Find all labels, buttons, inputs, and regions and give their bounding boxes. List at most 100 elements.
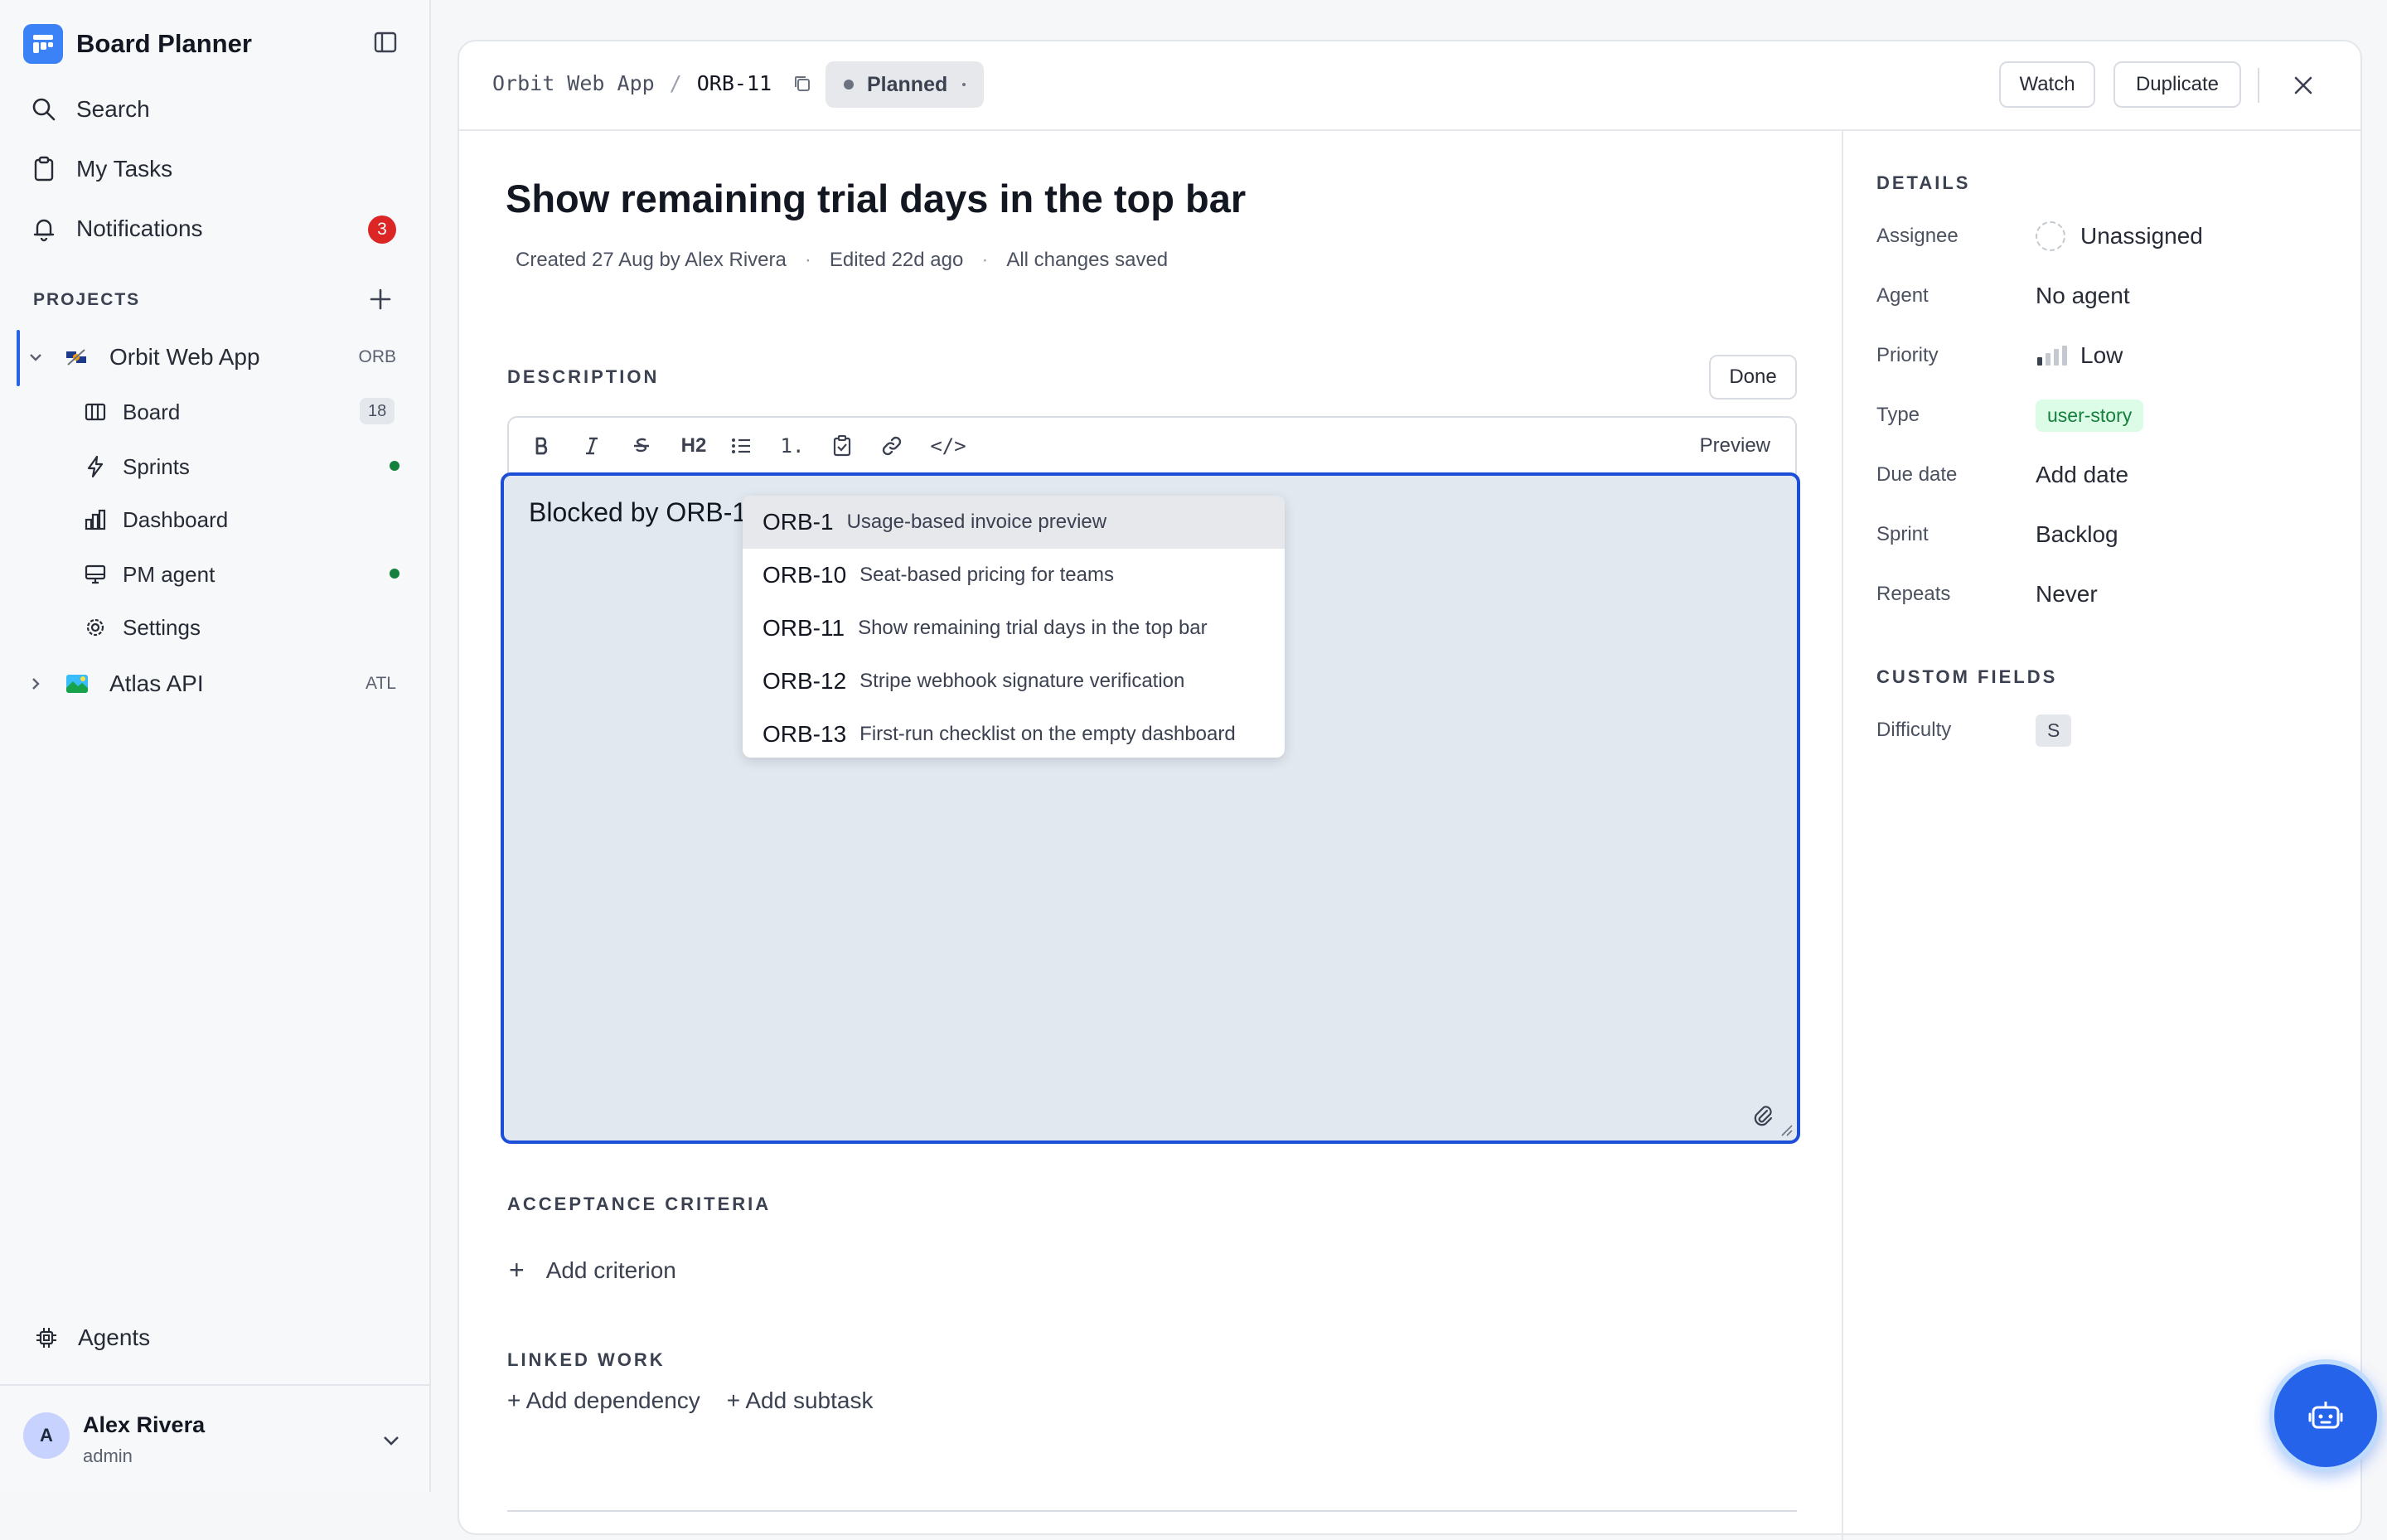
done-button[interactable]: Done <box>1709 355 1797 400</box>
detail-label: Repeats <box>1876 583 1951 605</box>
status-label: Planned <box>867 72 948 96</box>
resize-handle-icon[interactable] <box>1779 1122 1794 1137</box>
detail-label: Difficulty <box>1876 719 1952 741</box>
paperclip-icon[interactable] <box>1750 1102 1775 1127</box>
status-dot <box>844 80 854 90</box>
status-dropdown-icon <box>962 83 966 86</box>
agent-chat-button[interactable] <box>2269 1359 2382 1472</box>
user-name: Alex Rivera <box>83 1412 206 1437</box>
detail-type[interactable]: Type user-story <box>1876 395 2341 436</box>
add-project-icon[interactable] <box>368 287 393 312</box>
project-nav-sprints[interactable]: Sprints <box>83 444 190 489</box>
chip-icon <box>36 1328 56 1348</box>
preview-toggle[interactable]: Preview <box>1700 434 1770 458</box>
project-key: ATL <box>366 674 396 693</box>
close-icon[interactable] <box>2286 68 2321 103</box>
agent-value: No agent <box>2036 283 2130 308</box>
link-icon[interactable] <box>877 431 907 461</box>
project-atlas-api[interactable]: Atlas API ATL <box>17 660 406 708</box>
sidebar-toggle-icon[interactable] <box>371 28 401 58</box>
project-emoji-icon <box>66 349 86 366</box>
detail-sprint[interactable]: Sprint Backlog <box>1876 514 2341 555</box>
detail-repeats[interactable]: Repeats Never <box>1876 574 2341 615</box>
project-nav-board[interactable]: Board <box>83 390 180 434</box>
project-orbit-web-app[interactable]: Orbit Web App ORB <box>17 333 406 381</box>
suggestion-key: ORB-10 <box>763 562 847 588</box>
suggestion-item[interactable]: ORB-13 First-run checklist on the empty … <box>743 708 1285 758</box>
detail-label: Sprint <box>1876 523 1929 545</box>
suggestion-item[interactable]: ORB-1 Usage-based invoice preview <box>743 496 1285 549</box>
detail-agent[interactable]: Agent No agent <box>1876 275 2341 317</box>
add-subtask-link[interactable]: + Add subtask <box>727 1387 874 1414</box>
project-nav-dashboard[interactable]: Dashboard <box>83 497 228 542</box>
breadcrumb-project[interactable]: Orbit Web App <box>492 71 655 95</box>
sidebar: Board Planner Search My Tasks Notificati… <box>0 0 431 1492</box>
nav-search[interactable]: Search <box>30 85 150 134</box>
italic-icon[interactable] <box>577 431 607 461</box>
lightning-icon <box>87 455 104 478</box>
suggestion-title: Seat-based pricing for teams <box>859 564 1114 586</box>
suggestion-title: Show remaining trial days in the top bar <box>858 617 1208 639</box>
difficulty-tag: S <box>2036 714 2072 747</box>
meta-separator: · <box>804 249 811 271</box>
search-icon <box>32 98 56 121</box>
empty-avatar-icon <box>2036 221 2065 251</box>
suggestion-key: ORB-12 <box>763 668 847 694</box>
add-criterion-button[interactable]: + Add criterion <box>509 1255 676 1286</box>
add-criterion-label: Add criterion <box>545 1257 676 1283</box>
board-columns-icon <box>85 403 106 421</box>
nav-notifications[interactable]: Notifications <box>30 204 203 254</box>
code-button[interactable]: </> <box>923 431 973 461</box>
strikethrough-icon[interactable] <box>627 431 656 461</box>
details-heading: DETAILS <box>1876 172 1971 193</box>
breadcrumb-issue-id: ORB-11 <box>696 71 772 95</box>
suggestion-item[interactable]: ORB-11 Show remaining trial days in the … <box>743 602 1285 655</box>
projects-section-title: PROJECTS <box>33 290 141 309</box>
ordered-list-button[interactable]: 1. <box>776 431 809 461</box>
suggestion-item[interactable]: ORB-12 Stripe webhook signature verifica… <box>743 655 1285 708</box>
monitor-icon <box>85 564 106 584</box>
bullet-list-icon[interactable] <box>726 431 756 461</box>
plus-icon: + <box>509 1255 525 1285</box>
brand[interactable]: Board Planner <box>23 23 252 65</box>
issue-title[interactable]: Show remaining trial days in the top bar <box>506 176 1246 221</box>
description-text[interactable]: Blocked by ORB-1 <box>529 497 747 528</box>
type-tag: user-story <box>2036 399 2144 432</box>
bold-icon[interactable] <box>527 431 557 461</box>
board-count-badge: 18 <box>360 398 395 424</box>
priority-low-icon <box>2037 346 2067 366</box>
issue-topbar: Orbit Web App / ORB-11 Planned Watch Dup… <box>459 41 2360 131</box>
add-dependency-link[interactable]: + Add dependency <box>507 1387 700 1414</box>
custom-fields-heading: CUSTOM FIELDS <box>1876 666 2058 687</box>
sprint-value: Backlog <box>2036 521 2118 547</box>
board-logo-icon <box>23 24 63 64</box>
duplicate-button[interactable]: Duplicate <box>2113 61 2241 108</box>
project-nav-settings[interactable]: Settings <box>83 605 201 650</box>
checklist-icon[interactable] <box>827 431 857 461</box>
detail-priority[interactable]: Priority Low <box>1876 335 2341 376</box>
bell-icon <box>33 219 55 242</box>
breadcrumb: Orbit Web App / ORB-11 <box>492 71 813 95</box>
detail-label: Type <box>1876 404 1920 426</box>
pm-agent-active-dot <box>390 569 399 579</box>
project-nav-dashboard-label: Dashboard <box>123 506 229 532</box>
description-heading: DESCRIPTION <box>507 366 660 387</box>
nav-agents[interactable]: Agents <box>33 1315 150 1361</box>
nav-my-tasks[interactable]: My Tasks <box>30 144 172 194</box>
suggestion-item[interactable]: ORB-10 Seat-based pricing for teams <box>743 549 1285 602</box>
status-badge[interactable]: Planned <box>826 61 985 108</box>
copy-icon[interactable] <box>792 73 813 94</box>
project-nav-settings-label: Settings <box>123 614 201 640</box>
user-menu[interactable]: A Alex Rivera admin <box>0 1384 429 1494</box>
suggestion-title: Usage-based invoice preview <box>846 511 1107 533</box>
detail-label: Due date <box>1876 463 1958 486</box>
breadcrumb-separator: / <box>669 71 682 95</box>
project-nav-pm-agent[interactable]: PM agent <box>83 552 215 597</box>
detail-due-date[interactable]: Due date Add date <box>1876 454 2341 496</box>
heading-2-button[interactable]: H2 <box>673 431 714 461</box>
notifications-count-badge: 3 <box>368 216 396 244</box>
watch-button[interactable]: Watch <box>1999 61 2095 108</box>
detail-difficulty[interactable]: Difficulty S <box>1876 709 2341 751</box>
detail-assignee[interactable]: Assignee Unassigned <box>1876 216 2341 257</box>
issue-panel: Orbit Web App / ORB-11 Planned Watch Dup… <box>458 40 2362 1540</box>
